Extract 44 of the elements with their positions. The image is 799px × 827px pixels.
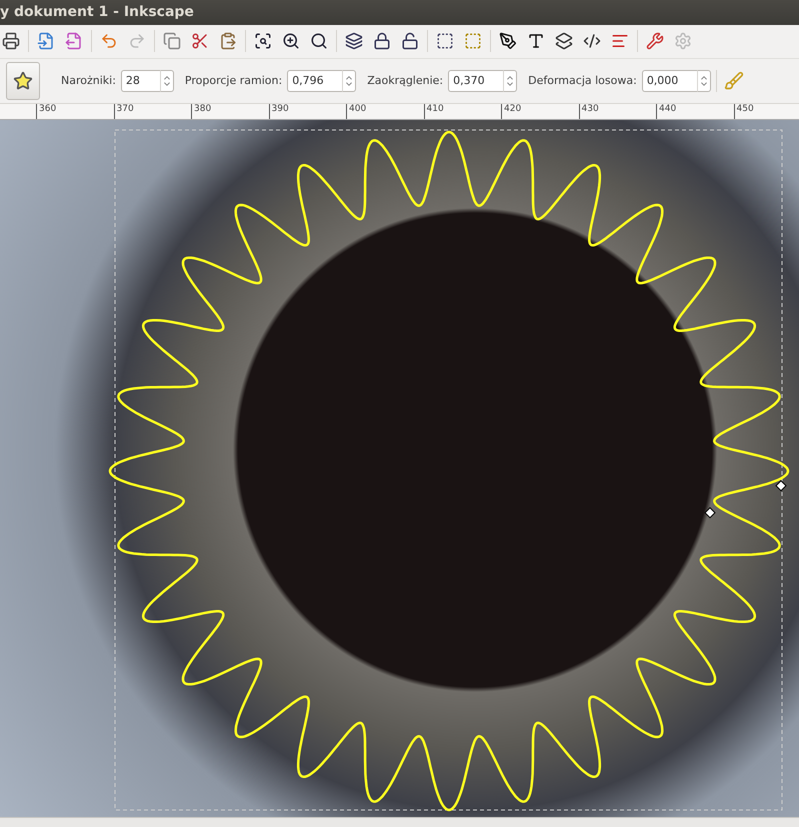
- undo-icon: [100, 32, 118, 50]
- field-label: Proporcje ramion:: [184, 74, 282, 88]
- ruler-label: 390: [268, 104, 289, 118]
- settings-icon: [674, 32, 692, 50]
- spin-arrows-icon[interactable]: [503, 70, 518, 92]
- copy-button[interactable]: [161, 30, 183, 52]
- spin-field[interactable]: 0,000: [642, 70, 697, 92]
- star-handle[interactable]: [775, 480, 787, 492]
- scrollbar[interactable]: [0, 817, 799, 827]
- export-icon: [65, 32, 83, 50]
- ruler-label: 430: [578, 104, 599, 118]
- spin-arrows-icon[interactable]: [696, 70, 711, 92]
- spin-arrows-icon[interactable]: [160, 70, 174, 92]
- spin-field[interactable]: 0,370: [448, 70, 504, 92]
- ruler-label: 370: [114, 104, 134, 118]
- ruler-label: 400: [346, 104, 366, 118]
- ruler-label: 450: [734, 104, 754, 118]
- spin-field[interactable]: 28: [120, 70, 160, 92]
- zoom-selection-icon: [254, 32, 272, 50]
- redo-icon: [128, 32, 146, 50]
- star-icon: [13, 70, 33, 91]
- text-icon: [527, 32, 545, 50]
- ruler-label: 420: [501, 104, 522, 118]
- star-handle[interactable]: [704, 507, 716, 519]
- ruler-label: 440: [656, 104, 676, 118]
- layers-icon: [555, 32, 573, 50]
- xml-editor-icon: [583, 32, 601, 50]
- field-label: Narożniki:: [61, 74, 116, 88]
- copy-icon: [163, 32, 181, 50]
- star-tool-button[interactable]: [6, 62, 40, 100]
- spin-field[interactable]: 0,796: [287, 70, 342, 92]
- cut-icon: [191, 32, 209, 50]
- import-icon: [37, 32, 55, 50]
- ruler-label: 380: [191, 104, 212, 118]
- printer-icon: [2, 32, 20, 50]
- paste-icon: [219, 32, 237, 50]
- ruler-label: 360: [36, 104, 56, 118]
- field-label: Zaokrąglenie:: [367, 74, 444, 88]
- window-title: y dokument 1 - Inkscape: [0, 4, 194, 20]
- field-label: Deformacja losowa:: [528, 74, 637, 88]
- printer-button[interactable]: [0, 30, 22, 52]
- ruler-label: 410: [424, 104, 444, 118]
- spin-arrows-icon[interactable]: [342, 70, 356, 92]
- preferences-icon: [646, 32, 664, 50]
